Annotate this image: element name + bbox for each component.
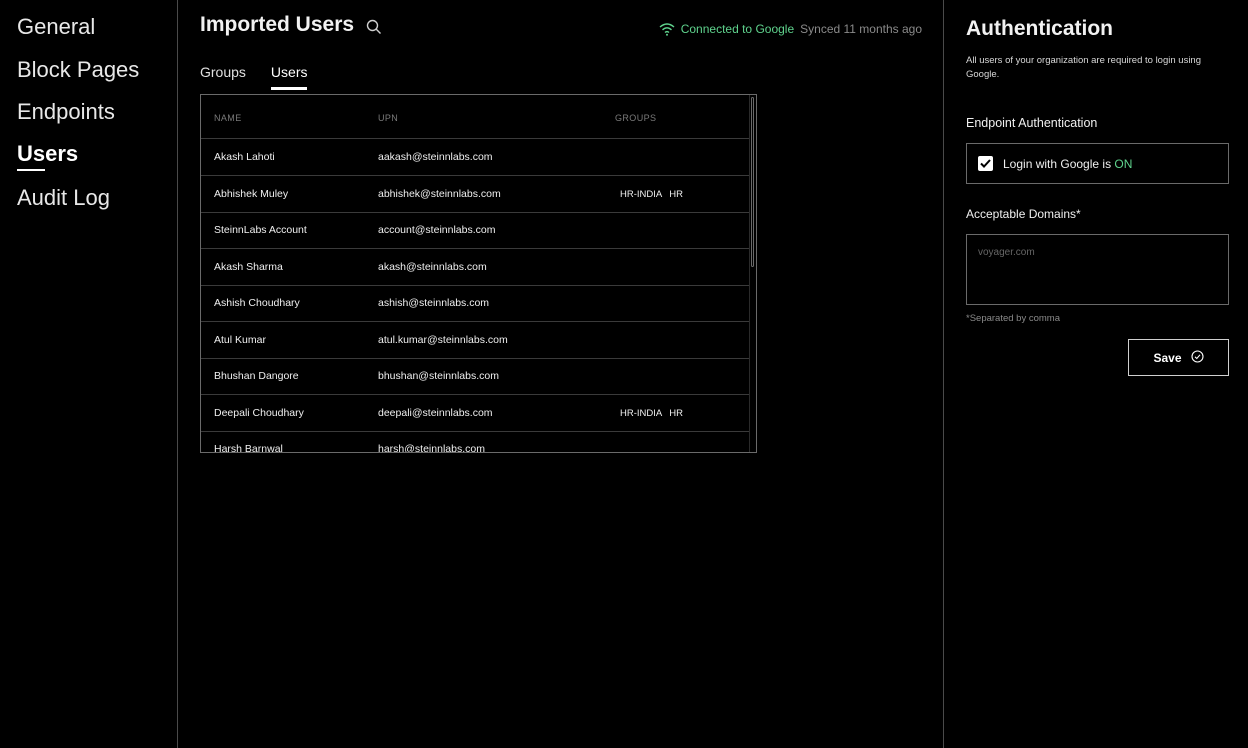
google-login-toggle[interactable]: Login with Google is ON	[966, 143, 1229, 184]
cell-upn: akash@steinnlabs.com	[378, 261, 487, 273]
nav-item-users[interactable]: Users	[17, 141, 79, 171]
scrollbar-thumb[interactable]	[751, 97, 754, 267]
nav-item-audit-log[interactable]: Audit Log	[17, 185, 110, 211]
domains-input[interactable]	[966, 234, 1229, 305]
tab-bar: Groups Users	[200, 64, 307, 90]
cell-groups: HR-INDIA HR	[620, 408, 683, 419]
table-row[interactable]: SteinnLabs Account account@steinnlabs.co…	[201, 212, 750, 249]
wifi-icon	[659, 22, 675, 36]
toggle-text: Login with Google is	[1003, 156, 1115, 171]
cell-name: Atul Kumar	[214, 334, 266, 346]
search-icon[interactable]	[366, 19, 382, 35]
nav-item-label: Block Pages	[17, 57, 140, 82]
table-row[interactable]: Bhushan Dangore bhushan@steinnlabs.com	[201, 358, 750, 395]
cell-name: Bhushan Dangore	[214, 370, 299, 382]
endpoint-auth-label: Endpoint Authentication	[966, 116, 1098, 130]
tab-users[interactable]: Users	[270, 64, 307, 90]
table-row[interactable]: Harsh Barnwal harsh@steinnlabs.com	[201, 431, 750, 453]
cell-name: Ashish Choudhary	[214, 297, 300, 309]
toggle-state: ON	[1114, 156, 1133, 171]
page-title: Imported Users	[200, 13, 355, 36]
cell-name: Harsh Barnwal	[214, 443, 283, 453]
cell-upn: account@steinnlabs.com	[378, 224, 496, 236]
table-row[interactable]: Akash Lahoti aakash@steinnlabs.com	[201, 139, 750, 176]
nav-item-label: Users	[17, 141, 79, 166]
panel-description: All users of your organization are requi…	[966, 55, 1201, 80]
cell-name: Deepali Choudhary	[214, 407, 304, 419]
table-row[interactable]: Atul Kumar atul.kumar@steinnlabs.com	[201, 322, 750, 359]
table-row[interactable]: Ashish Choudhary ashish@steinnlabs.com	[201, 285, 750, 322]
cell-upn: aakash@steinnlabs.com	[378, 151, 493, 163]
table-row[interactable]: Abhishek Muley abhishek@steinnlabs.com H…	[201, 176, 750, 213]
check-circle-icon	[1190, 349, 1204, 366]
app: General Block Pages Endpoints Users Audi…	[0, 0, 1248, 748]
check-icon[interactable]	[978, 156, 993, 171]
toggle-label: Login with Google is ON	[1003, 157, 1132, 171]
column-header-groups[interactable]: GROUPS	[615, 113, 656, 123]
panel-title: Authentication	[966, 17, 1113, 40]
group-tag: HR	[669, 408, 683, 419]
cell-upn: atul.kumar@steinnlabs.com	[378, 334, 508, 346]
authentication-panel: Authentication All users of your organiz…	[943, 0, 1248, 748]
nav-item-endpoints[interactable]: Endpoints	[17, 99, 115, 125]
group-tag: HR-INDIA	[620, 408, 663, 419]
connection-label: Connected to Google	[680, 22, 795, 36]
connection-status: Connected to Google Synced 11 months ago	[659, 22, 922, 36]
cell-upn: abhishek@steinnlabs.com	[378, 188, 501, 200]
sync-status: Synced 11 months ago	[800, 22, 922, 36]
cell-upn: bhushan@steinnlabs.com	[378, 370, 499, 382]
cell-groups: HR-INDIA HR	[620, 189, 683, 200]
tab-groups[interactable]: Groups	[200, 64, 246, 88]
table-scrollbar[interactable]	[749, 95, 756, 452]
column-header-upn[interactable]: UPN	[378, 113, 398, 123]
nav-item-label: General	[17, 14, 96, 39]
table-row[interactable]: Deepali Choudhary deepali@steinnlabs.com…	[201, 395, 750, 432]
domains-label: Acceptable Domains*	[966, 207, 1081, 221]
users-table: NAME UPN GROUPS Akash Lahoti aakash@stei…	[200, 94, 757, 453]
cell-upn: deepali@steinnlabs.com	[378, 407, 493, 419]
cell-name: Abhishek Muley	[214, 188, 289, 200]
group-tag: HR-INDIA	[620, 189, 663, 200]
cell-name: Akash Lahoti	[214, 151, 275, 163]
main-content: Imported Users Connected to Google Synce…	[179, 0, 943, 748]
table-row[interactable]: Akash Sharma akash@steinnlabs.com	[201, 249, 750, 286]
cell-name: SteinnLabs Account	[214, 224, 307, 236]
save-button[interactable]: Save	[1128, 339, 1229, 376]
nav-item-general[interactable]: General	[17, 14, 95, 40]
save-label: Save	[1153, 350, 1182, 365]
active-indicator	[17, 169, 45, 171]
nav-item-block-pages[interactable]: Block Pages	[17, 57, 139, 83]
cell-upn: ashish@steinnlabs.com	[378, 297, 490, 309]
column-header-name[interactable]: NAME	[214, 113, 242, 123]
cell-upn: harsh@steinnlabs.com	[378, 443, 485, 453]
group-tag: HR	[669, 189, 683, 200]
sidebar-nav: General Block Pages Endpoints Users Audi…	[0, 0, 178, 748]
cell-name: Akash Sharma	[214, 261, 283, 273]
nav-item-label: Audit Log	[17, 185, 110, 210]
table-header: NAME UPN GROUPS	[201, 95, 750, 139]
nav-item-label: Endpoints	[17, 99, 115, 124]
domains-hint: *Separated by comma	[966, 313, 1060, 324]
